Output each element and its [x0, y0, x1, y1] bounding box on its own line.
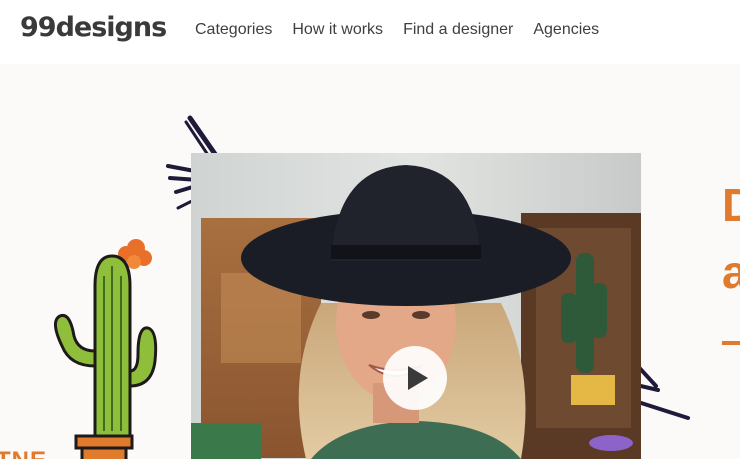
headline-fragment-2: a: [722, 246, 740, 298]
nav-item-agencies[interactable]: Agencies: [533, 19, 599, 41]
hero-video[interactable]: [191, 153, 641, 459]
video-thumbnail: [191, 153, 641, 459]
headline-fragment-1: D: [722, 179, 740, 231]
play-icon: [408, 366, 428, 390]
site-header: 99designs Categories How it works Find a…: [0, 0, 740, 64]
main-nav: Categories How it works Find a designer …: [195, 19, 599, 41]
cactus-illustration: [54, 239, 158, 459]
nav-item-find-a-designer[interactable]: Find a designer: [403, 19, 513, 41]
corner-text-fragment: TNE: [0, 447, 47, 459]
nav-item-categories[interactable]: Categories: [195, 19, 272, 41]
hero-section: TNE: [0, 64, 740, 459]
headline-underline: [722, 341, 740, 345]
logo[interactable]: 99designs: [20, 10, 167, 46]
play-button[interactable]: [383, 346, 447, 410]
nav-item-how-it-works[interactable]: How it works: [292, 19, 383, 41]
